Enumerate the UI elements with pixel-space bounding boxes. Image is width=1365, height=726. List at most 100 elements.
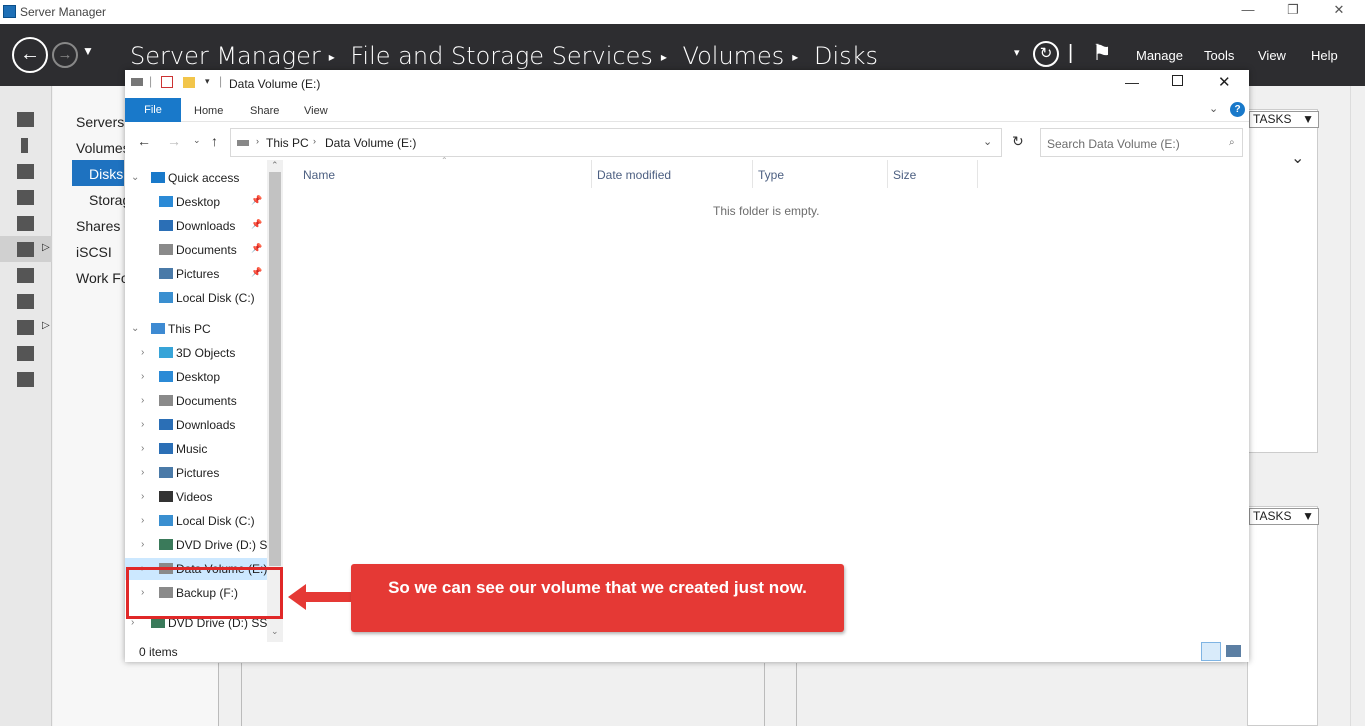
chevron-down-icon[interactable]: ⌄ <box>131 323 139 334</box>
tab-share[interactable]: Share <box>250 105 279 117</box>
refresh-icon[interactable]: ↻ <box>1033 41 1059 67</box>
crumb-volumes[interactable]: Volumes <box>683 42 785 70</box>
details-view-icon[interactable] <box>1201 642 1221 661</box>
nav-shares[interactable]: Shares <box>76 218 120 234</box>
nav-tree-item[interactable]: › Downloads <box>125 414 267 436</box>
local-server-icon[interactable] <box>21 138 28 153</box>
nav-tree-item[interactable]: › Documents <box>125 390 267 412</box>
all-servers-icon[interactable] <box>17 164 34 179</box>
menu-tools[interactable]: Tools <box>1204 48 1234 63</box>
expand-icon[interactable]: ▷ <box>42 242 50 253</box>
address-this-pc[interactable]: This PC <box>266 136 309 150</box>
wsus-icon[interactable] <box>17 320 34 335</box>
tab-home[interactable]: Home <box>194 105 223 117</box>
sm-scrollbar[interactable] <box>1350 86 1365 726</box>
crumb-file-storage[interactable]: File and Storage Services <box>350 42 652 70</box>
nav-servers[interactable]: Servers <box>76 114 124 130</box>
chevron-right-icon[interactable]: › <box>141 539 144 550</box>
expand-icon[interactable]: ▷ <box>42 320 50 331</box>
nav-tree-item[interactable]: › Local Disk (C:) <box>125 510 267 532</box>
expand-ribbon-icon[interactable]: ⌄ <box>1209 102 1218 115</box>
forward-icon[interactable]: → <box>52 42 78 68</box>
nav-tree-item[interactable]: Desktop 📌 <box>125 191 267 213</box>
dashboard-icon[interactable] <box>17 112 34 127</box>
menu-view[interactable]: View <box>1258 48 1286 63</box>
nav-iscsi[interactable]: iSCSI <box>76 244 112 260</box>
menu-help[interactable]: Help <box>1311 48 1338 63</box>
ad-icon[interactable] <box>17 190 34 205</box>
adcs-icon[interactable] <box>17 216 34 231</box>
chevron-right-icon[interactable]: › <box>141 515 144 526</box>
address-bar[interactable]: › This PC › Data Volume (E:) ⌄ <box>230 128 1002 157</box>
help-icon[interactable]: ? <box>1230 102 1245 117</box>
recent-locations-icon[interactable]: ⌄ <box>193 135 201 146</box>
tasks-dropdown-top[interactable]: TASKS ▼ <box>1249 111 1319 128</box>
hyperv-icon[interactable] <box>17 268 34 283</box>
notifications-flag-icon[interactable]: ⚑ <box>1092 40 1112 66</box>
nav-tree-item[interactable]: ⌄ Quick access <box>125 167 267 189</box>
nav-volumes[interactable]: Volumes <box>76 140 130 156</box>
nav-tree-item[interactable]: Downloads 📌 <box>125 215 267 237</box>
nav-tree-item[interactable]: › DVD Drive (D:) SS <box>125 534 275 556</box>
nav-work-folders[interactable]: Work Fo <box>76 270 129 286</box>
nav-tree-item[interactable]: › 3D Objects <box>125 342 267 364</box>
nav-tree-label: Downloads <box>176 219 236 233</box>
file-storage-icon[interactable] <box>17 242 34 257</box>
nav-tree-item[interactable]: › Pictures <box>125 462 267 484</box>
close-icon[interactable]: ✕ <box>1218 73 1231 91</box>
back-icon[interactable]: ← <box>12 37 48 73</box>
nav-tree-item[interactable]: Local Disk (C:) <box>125 287 267 309</box>
chevron-right-icon[interactable]: › <box>141 419 144 430</box>
tab-view[interactable]: View <box>304 105 328 117</box>
column-type[interactable]: Type <box>758 168 784 182</box>
column-date-modified[interactable]: Date modified <box>597 168 671 182</box>
nav-tree-item[interactable]: › Desktop <box>125 366 267 388</box>
forward-arrow-icon[interactable]: → <box>167 133 181 149</box>
chevron-right-icon[interactable]: › <box>141 491 144 502</box>
restore-icon[interactable]: ❐ <box>1278 2 1308 18</box>
collapse-circle-icon[interactable]: ⌄ <box>1291 148 1304 168</box>
maximize-icon[interactable] <box>1172 75 1183 86</box>
nav-tree-item[interactable]: Documents 📌 <box>125 239 267 261</box>
tools-icon[interactable] <box>17 346 34 361</box>
search-input[interactable]: Search Data Volume (E:) ⌕ <box>1040 128 1243 157</box>
menu-manage[interactable]: Manage <box>1136 48 1183 63</box>
scroll-up-icon[interactable]: ⌃ <box>271 160 279 171</box>
scroll-down-icon[interactable]: ⌄ <box>271 626 279 637</box>
column-name[interactable]: Name <box>303 168 335 182</box>
nav-tree-item[interactable]: ⌄ This PC <box>125 318 267 340</box>
up-arrow-icon[interactable]: ↑ <box>211 133 218 149</box>
chevron-right-icon[interactable]: › <box>141 347 144 358</box>
chevron-right-icon[interactable]: › <box>141 395 144 406</box>
remote-access-icon[interactable] <box>17 372 34 387</box>
chevron-right-icon[interactable]: › <box>141 467 144 478</box>
tasks-dropdown-bottom[interactable]: TASKS ▼ <box>1249 508 1319 525</box>
large-icons-view-icon[interactable] <box>1226 645 1241 657</box>
refresh-dropdown-icon[interactable]: ▾ <box>1014 46 1020 59</box>
chevron-down-icon[interactable]: ⌄ <box>131 172 139 183</box>
iis-icon[interactable] <box>17 294 34 309</box>
address-dropdown-icon[interactable]: ⌄ <box>983 135 992 148</box>
back-arrow-icon[interactable]: ← <box>137 133 151 149</box>
scrollbar-thumb[interactable] <box>269 172 281 566</box>
nav-tree-item[interactable]: Pictures 📌 <box>125 263 267 285</box>
nav-disks[interactable]: Disks <box>89 166 123 182</box>
nav-tree-item[interactable]: › Videos <box>125 486 267 508</box>
chevron-right-icon[interactable]: › <box>141 443 144 454</box>
column-size[interactable]: Size <box>893 168 916 182</box>
new-folder-icon[interactable] <box>183 77 195 88</box>
crumb-server-manager[interactable]: Server Manager <box>130 42 321 70</box>
minimize-icon[interactable]: — <box>1125 74 1139 90</box>
properties-icon[interactable] <box>161 76 173 88</box>
qat-dropdown-icon[interactable]: ▾ <box>205 76 210 87</box>
close-icon[interactable]: ✕ <box>1324 2 1354 18</box>
minimize-icon[interactable]: — <box>1233 2 1263 17</box>
search-icon[interactable]: ⌕ <box>1229 137 1235 148</box>
nav-tree-item[interactable]: › Music <box>125 438 267 460</box>
refresh-icon[interactable]: ↻ <box>1012 133 1024 150</box>
tab-file[interactable]: File <box>125 98 181 122</box>
chevron-right-icon[interactable]: › <box>141 371 144 382</box>
crumb-disks[interactable]: Disks <box>814 42 878 70</box>
history-dropdown-icon[interactable]: ▼ <box>82 44 94 58</box>
address-data-volume[interactable]: Data Volume (E:) <box>325 136 416 150</box>
